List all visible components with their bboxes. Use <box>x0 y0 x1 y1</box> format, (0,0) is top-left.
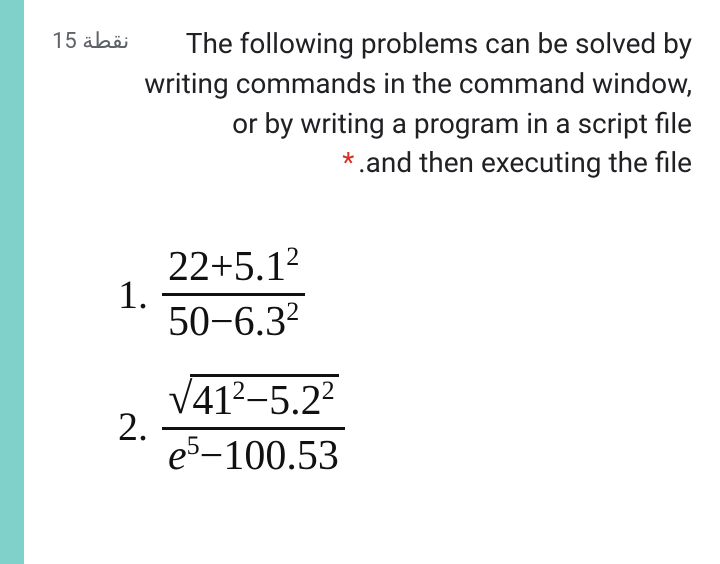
numerator: 22+5.12 <box>162 243 305 296</box>
problem-1: 1. 22+5.12 50−6.32 <box>118 243 692 347</box>
den-rest: −100.53 <box>200 433 339 479</box>
points-label: 15 نقطة <box>52 24 129 54</box>
problems-list: 1. 22+5.12 50−6.32 2. √ 412−5.22 <box>52 233 692 480</box>
rad-a-exp: 2 <box>232 376 245 405</box>
denominator: e5−100.53 <box>162 430 345 480</box>
denominator: 50−6.32 <box>162 296 305 346</box>
question-text: The following problems can be solved by … <box>143 24 692 183</box>
radical-symbol: √ <box>168 377 192 421</box>
sidebar-accent <box>0 0 24 564</box>
e-exp: 5 <box>187 431 200 460</box>
fraction: √ 412−5.22 e5−100.53 <box>162 373 345 481</box>
radicand: 412−5.22 <box>190 374 338 425</box>
rad-mid: −5.2 <box>245 378 321 424</box>
rad-b-exp: 2 <box>322 376 335 405</box>
question-body: The following problems can be solved by … <box>144 27 692 179</box>
rad-a: 41 <box>192 378 232 424</box>
den-base: 50−6.3 <box>168 299 286 345</box>
numerator: √ 412−5.22 <box>162 373 344 430</box>
question-header: 15 نقطة The following problems can be so… <box>52 24 692 183</box>
square-root: √ 412−5.22 <box>168 374 338 425</box>
e-base: e <box>168 433 187 479</box>
fraction: 22+5.12 50−6.32 <box>162 243 305 347</box>
question-block: 15 نقطة The following problems can be so… <box>24 0 720 506</box>
problem-2: 2. √ 412−5.22 e5−100.53 <box>118 373 692 481</box>
problem-number: 1. <box>118 271 148 318</box>
den-exp: 2 <box>286 297 299 326</box>
required-marker: * <box>342 146 354 179</box>
num-base: 22+5.1 <box>168 244 286 290</box>
num-exp: 2 <box>286 242 299 271</box>
problem-number: 2. <box>118 403 148 450</box>
